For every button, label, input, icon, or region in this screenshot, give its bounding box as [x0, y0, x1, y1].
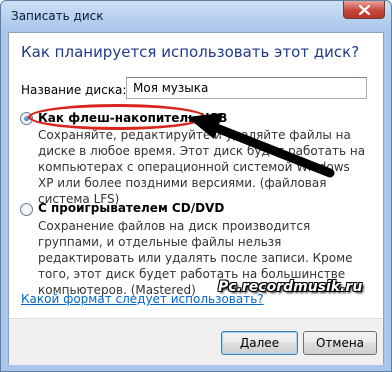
dialog-content: Как планируется использовать этот диск? … — [8, 32, 384, 365]
next-button[interactable]: Далее — [221, 331, 298, 355]
burn-disc-window: Записать диск Как планируется использова… — [0, 0, 392, 372]
close-button[interactable] — [343, 1, 385, 19]
cancel-button[interactable]: Отмена — [303, 331, 377, 355]
window-title: Записать диск — [11, 9, 104, 23]
close-icon — [359, 5, 370, 15]
title-bar[interactable]: Записать диск — [1, 1, 391, 32]
watermark-text: Pc.recordmusik.ru — [218, 279, 363, 295]
